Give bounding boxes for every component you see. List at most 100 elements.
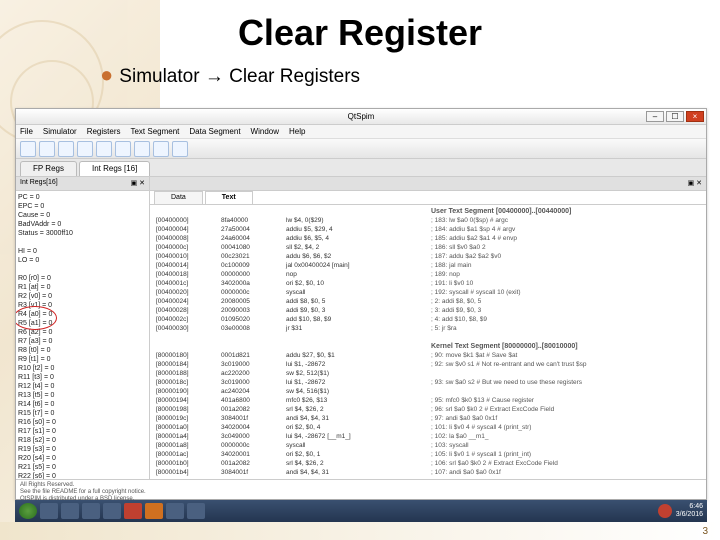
- register-row: Cause = 0: [18, 211, 147, 220]
- code-cell: ; 90: move $k1 $at # Save $at: [431, 351, 700, 360]
- tab-text[interactable]: Text: [205, 191, 253, 204]
- tab-fp-regs[interactable]: FP Regs: [20, 161, 77, 176]
- code-cell: [00400010]: [156, 252, 221, 261]
- code-cell: [00400000]: [156, 216, 221, 225]
- toolbar-button[interactable]: [172, 141, 188, 157]
- menu-simulator[interactable]: Simulator: [43, 127, 77, 136]
- code-cell: lui $4, -28672 [__m1_]: [286, 432, 431, 441]
- register-row: BadVAddr = 0: [18, 220, 147, 229]
- menubar: File Simulator Registers Text Segment Da…: [16, 125, 706, 139]
- code-cell: ac220200: [221, 369, 286, 378]
- code-cell: [80000190]: [156, 387, 221, 396]
- code-cell: srl $4, $26, 2: [286, 459, 431, 468]
- code-cell: ; 5: jr $ra: [431, 324, 700, 333]
- toolbar-button[interactable]: [39, 141, 55, 157]
- code-cell: 401a6800: [221, 396, 286, 405]
- code-cell: sw $2, 512($1): [286, 369, 431, 378]
- code-cell: 01095020: [221, 315, 286, 324]
- code-cell: 20090003: [221, 306, 286, 315]
- qtspim-window: QtSpim – ☐ × File Simulator Registers Te…: [15, 108, 707, 500]
- code-cell: [80000188]: [156, 369, 221, 378]
- code-cell: addi $8, $0, 5: [286, 297, 431, 306]
- taskbar-icon[interactable]: [82, 503, 100, 519]
- code-cell: ; 189: nop: [431, 270, 700, 279]
- menu-help[interactable]: Help: [289, 127, 305, 136]
- toolbar-button[interactable]: [96, 141, 112, 157]
- code-cell: ; 4: add $10, $8, $9: [431, 315, 700, 324]
- menu-text-segment[interactable]: Text Segment: [130, 127, 179, 136]
- code-cell: [431, 369, 700, 378]
- pane-controls[interactable]: ▣ ✕: [131, 179, 145, 188]
- register-row: R10 [t2] = 0: [18, 364, 147, 373]
- code-cell: 24a60004: [221, 234, 286, 243]
- tray-icon[interactable]: [658, 504, 672, 518]
- tab-int-regs[interactable]: Int Regs [16]: [79, 161, 150, 176]
- register-row: R2 [v0] = 0: [18, 292, 147, 301]
- code-cell: addiu $5, $29, 4: [286, 225, 431, 234]
- footer-line: All Rights Reserved.: [20, 482, 702, 489]
- minimize-button[interactable]: –: [646, 111, 664, 122]
- menu-window[interactable]: Window: [251, 127, 279, 136]
- code-cell: 3084001f: [221, 414, 286, 423]
- code-cell: 3c019000: [221, 360, 286, 369]
- register-row: HI = 0: [18, 247, 147, 256]
- taskbar-icon[interactable]: [166, 503, 184, 519]
- register-row: [18, 238, 147, 247]
- register-row: R1 [at] = 0: [18, 283, 147, 292]
- code-cell: ; 97: andi $a0 $a0 0x1f: [431, 414, 700, 423]
- toolbar-button[interactable]: [134, 141, 150, 157]
- slide-number: 3: [0, 522, 720, 540]
- code-cell: lw $4, 0($29): [286, 216, 431, 225]
- register-row: LO = 0: [18, 256, 147, 265]
- code-cell: [00400014]: [156, 261, 221, 270]
- code-cell: lui $1, -28672: [286, 378, 431, 387]
- toolbar-button[interactable]: [77, 141, 93, 157]
- taskbar-icon[interactable]: [40, 503, 58, 519]
- taskbar-icon[interactable]: [145, 503, 163, 519]
- code-cell: [80000184]: [156, 360, 221, 369]
- code-cell: mfc0 $26, $13: [286, 396, 431, 405]
- toolbar-button[interactable]: [115, 141, 131, 157]
- close-button[interactable]: ×: [686, 111, 704, 122]
- menu-file[interactable]: File: [20, 127, 33, 136]
- code-cell: ; 107: andi $a0 $a0 0x1f: [431, 468, 700, 477]
- code-cell: [800001a0]: [156, 423, 221, 432]
- code-cell: ; 192: syscall # syscall 10 (exit): [431, 288, 700, 297]
- code-cell: sll $2, $4, 2: [286, 243, 431, 252]
- menu-data-segment[interactable]: Data Segment: [189, 127, 240, 136]
- toolbar-button[interactable]: [20, 141, 36, 157]
- pane-controls[interactable]: ▣ ✕: [688, 179, 702, 188]
- code-cell: [800001a8]: [156, 441, 221, 450]
- code-cell: [00400028]: [156, 306, 221, 315]
- code-cell: jal 0x00400024 [main]: [286, 261, 431, 270]
- taskbar-icon[interactable]: [187, 503, 205, 519]
- register-row: R21 [s5] = 0: [18, 463, 147, 472]
- code-cell: 3c019000: [221, 378, 286, 387]
- taskbar-icon[interactable]: [103, 503, 121, 519]
- taskbar-icon[interactable]: [124, 503, 142, 519]
- menu-registers[interactable]: Registers: [87, 127, 121, 136]
- code-cell: [00400004]: [156, 225, 221, 234]
- register-row: R9 [t1] = 0: [18, 355, 147, 364]
- code-cell: sw $4, 516($1): [286, 387, 431, 396]
- code-cell: [431, 387, 700, 396]
- code-cell: 3c049000: [221, 432, 286, 441]
- code-cell: 001a2082: [221, 405, 286, 414]
- tab-data[interactable]: Data: [154, 191, 203, 204]
- start-button[interactable]: [19, 503, 37, 519]
- register-row: PC = 0: [18, 193, 147, 202]
- toolbar-button[interactable]: [58, 141, 74, 157]
- code-cell: syscall: [286, 288, 431, 297]
- code-cell: 20080005: [221, 297, 286, 306]
- code-cell: [00400018]: [156, 270, 221, 279]
- code-cell: 3084001f: [221, 468, 286, 477]
- register-row: R15 [t7] = 0: [18, 409, 147, 418]
- register-row: R19 [s3] = 0: [18, 445, 147, 454]
- code-cell: ; 96: srl $a0 $k0 2 # Extract ExcCode Fi…: [431, 405, 700, 414]
- clock[interactable]: 6:463/6/2016: [676, 503, 703, 519]
- maximize-button[interactable]: ☐: [666, 111, 684, 122]
- toolbar-button[interactable]: [153, 141, 169, 157]
- taskbar-icon[interactable]: [61, 503, 79, 519]
- code-cell: ; 95: mfc0 $k0 $13 # Cause register: [431, 396, 700, 405]
- code-cell: ; 191: li $v0 10: [431, 279, 700, 288]
